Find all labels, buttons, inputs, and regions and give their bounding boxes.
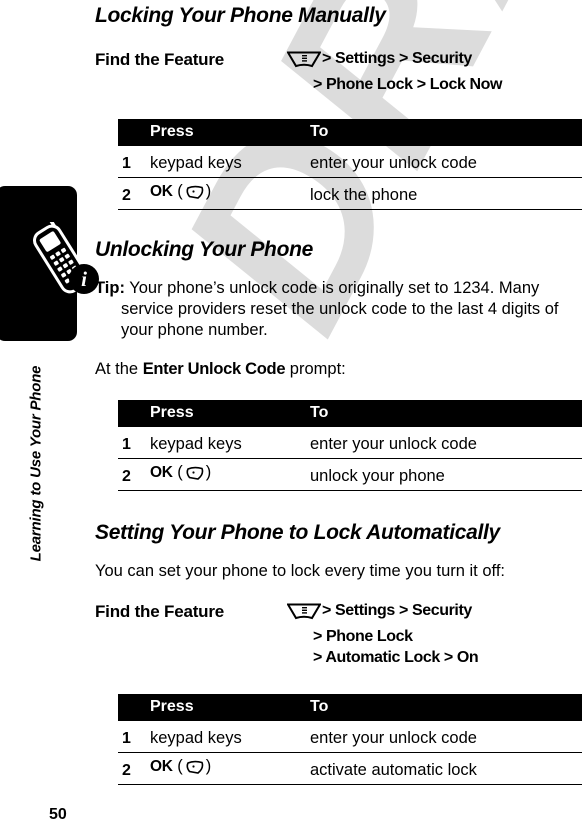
step-number: 1 — [118, 427, 150, 459]
softkey-label: OK — [150, 464, 173, 481]
step-to: enter your unlock code — [310, 721, 582, 753]
menu-path-line: > Phone Lock > Lock Now — [313, 76, 503, 93]
softkey-label: OK — [150, 758, 173, 775]
column-header-number — [118, 119, 150, 146]
menu-path-1: > Settings > Security > Phone Lock > Loc… — [286, 48, 503, 95]
step-press: OK ( ) — [150, 458, 310, 491]
softkey-paren: ) — [205, 182, 212, 200]
step-number: 1 — [118, 146, 150, 178]
tip-text: Your phone’s unlock code is originally s… — [121, 279, 559, 339]
soft-key-icon — [184, 760, 205, 780]
column-header-to: To — [310, 119, 582, 146]
softkey-paren: ) — [205, 757, 212, 775]
step-press: keypad keys — [150, 146, 310, 178]
softkey-paren: ( — [177, 182, 183, 200]
content-column: Locking Your Phone Manually Find the Fea… — [95, 0, 582, 789]
step-to: lock the phone — [310, 177, 582, 210]
step-number: 2 — [118, 752, 150, 785]
table-row: 1 keypad keys enter your unlock code — [118, 427, 582, 459]
find-the-feature-label: Find the Feature — [95, 50, 225, 69]
column-header-press: Press — [150, 400, 310, 427]
soft-key-icon — [184, 185, 205, 205]
step-press: OK ( ) — [150, 177, 310, 210]
steps-table-2: Press To 1 keypad keys enter your unlock… — [118, 400, 582, 495]
table-header-row: Press To — [118, 119, 582, 146]
step-to: activate automatic lock — [310, 752, 582, 785]
section-heading-auto-lock: Setting Your Phone to Lock Automatically — [95, 521, 500, 544]
side-tab-title: Learning to Use Your Phone — [27, 365, 45, 562]
menu-path-line: > Settings > Security — [322, 602, 472, 619]
menu-path-2: > Settings > Security > Phone Lock > Aut… — [286, 600, 479, 668]
find-the-feature-block-2: Find the Feature > Settings > Security >… — [95, 600, 582, 668]
steps-table-1: Press To 1 keypad keys enter your unlock… — [118, 119, 582, 214]
step-to: unlock your phone — [310, 458, 582, 491]
tip-paragraph: Tip: Your phone’s unlock code is origina… — [95, 278, 582, 341]
menu-key-icon — [286, 603, 322, 626]
menu-path-line: > Settings > Security — [322, 50, 472, 67]
table-header-row: Press To — [118, 694, 582, 721]
step-number: 2 — [118, 177, 150, 210]
page-number: 50 — [49, 806, 67, 823]
column-header-to: To — [310, 400, 582, 427]
step-press: keypad keys — [150, 427, 310, 459]
menu-path-line: > Automatic Lock > On — [313, 649, 479, 666]
step-press: keypad keys — [150, 721, 310, 753]
prompt-intro-before: At the — [95, 360, 143, 378]
auto-lock-intro: You can set your phone to lock every tim… — [95, 562, 505, 580]
column-header-to: To — [310, 694, 582, 721]
section-heading-locking-manually: Locking Your Phone Manually — [95, 4, 386, 27]
softkey-paren: ( — [177, 463, 183, 481]
table-header-row: Press To — [118, 400, 582, 427]
menu-key-icon — [286, 51, 322, 74]
prompt-intro-paragraph: At the Enter Unlock Code prompt: — [95, 359, 582, 380]
find-the-feature-label: Find the Feature — [95, 602, 225, 621]
column-header-number — [118, 694, 150, 721]
table-row: 2 OK ( ) unlock your phone — [118, 458, 582, 491]
step-press: OK ( ) — [150, 752, 310, 785]
step-number: 2 — [118, 458, 150, 491]
find-the-feature-block-1: Find the Feature > Settings > Security >… — [95, 48, 582, 95]
table-row: 1 keypad keys enter your unlock code — [118, 146, 582, 178]
menu-path-line: > Phone Lock — [313, 628, 413, 645]
prompt-intro-after: prompt: — [285, 360, 346, 378]
step-number: 1 — [118, 721, 150, 753]
manual-page: DRAFT — [0, 0, 582, 837]
table-row: 2 OK ( ) lock the phone — [118, 177, 582, 210]
softkey-paren: ) — [205, 463, 212, 481]
softkey-label: OK — [150, 183, 173, 200]
info-badge-icon: i — [69, 264, 99, 294]
prompt-name: Enter Unlock Code — [142, 360, 286, 378]
table-row: 1 keypad keys enter your unlock code — [118, 721, 582, 753]
column-header-press: Press — [150, 119, 310, 146]
section-heading-unlocking: Unlocking Your Phone — [95, 238, 314, 261]
soft-key-icon — [184, 466, 205, 486]
table-row: 2 OK ( ) activate automatic lock — [118, 752, 582, 785]
step-to: enter your unlock code — [310, 427, 582, 459]
step-to: enter your unlock code — [310, 146, 582, 178]
column-header-press: Press — [150, 694, 310, 721]
softkey-paren: ( — [177, 757, 183, 775]
column-header-number — [118, 400, 150, 427]
tip-label: Tip: — [95, 279, 125, 297]
steps-table-3: Press To 1 keypad keys enter your unlock… — [118, 694, 582, 789]
table-bottom-rule — [118, 784, 582, 789]
